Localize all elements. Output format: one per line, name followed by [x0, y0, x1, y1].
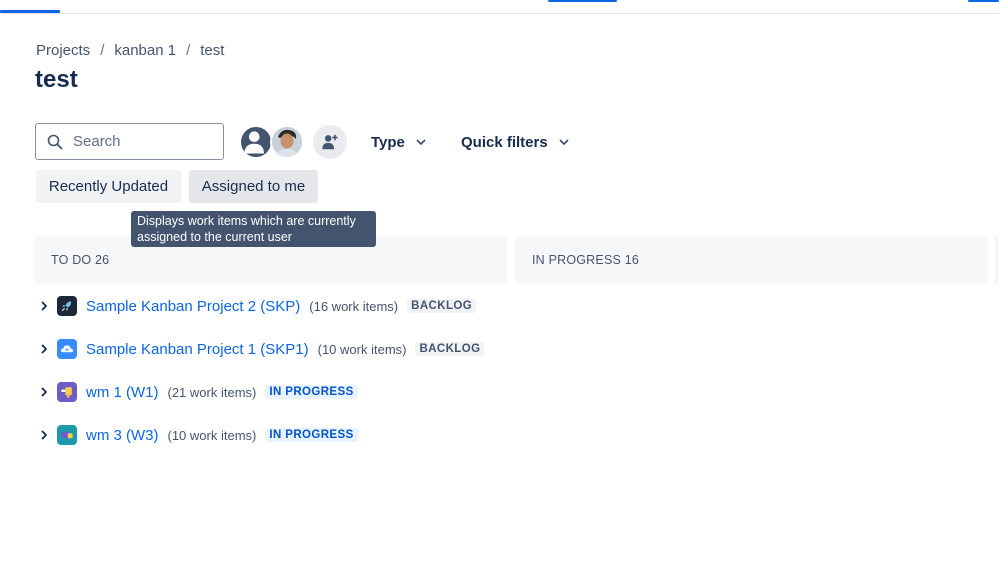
board-icon [57, 382, 77, 402]
tooltip-line: Displays work items which are currently [137, 214, 356, 228]
avatar-unassigned[interactable] [239, 125, 273, 159]
column-title-todo: TO DO 26 [51, 253, 110, 267]
project-link[interactable]: wm 3 (W3) [86, 427, 159, 444]
project-link[interactable]: wm 1 (W1) [86, 384, 159, 401]
status-lozenge: BACKLOG [415, 342, 485, 356]
recently-updated-filter-button[interactable]: Recently Updated [36, 170, 181, 203]
column-title-in-progress: IN PROGRESS 16 [532, 253, 639, 267]
add-person-icon [322, 134, 338, 150]
page-title: test [35, 66, 78, 93]
box-icon [57, 425, 77, 445]
chevron-right-icon[interactable] [38, 386, 50, 398]
chevron-down-icon [559, 139, 569, 145]
assigned-to-me-filter-button[interactable]: Assigned to me [189, 170, 318, 203]
tooltip-line: assigned to the current user [137, 230, 292, 244]
swimlane-row[interactable]: wm 1 (W1) (21 work items) IN PROGRESS [38, 381, 358, 403]
breadcrumb-kanban[interactable]: kanban 1 [114, 42, 176, 59]
active-tab-indicator [0, 10, 60, 13]
search-icon [47, 134, 63, 149]
add-people-button[interactable] [313, 125, 347, 159]
rocket-icon [57, 296, 77, 316]
search-input[interactable] [71, 132, 211, 151]
status-lozenge: IN PROGRESS [265, 428, 358, 442]
type-filter-dropdown[interactable]: Type [371, 131, 427, 153]
quick-filters-label: Quick filters [461, 133, 548, 151]
avatar-user[interactable] [270, 125, 304, 159]
project-link[interactable]: Sample Kanban Project 2 (SKP) [86, 298, 300, 315]
column-header-in-progress: IN PROGRESS 16 [515, 236, 988, 284]
chevron-right-icon[interactable] [38, 300, 50, 312]
work-item-count: (21 work items) [167, 384, 257, 400]
chevron-down-icon [416, 139, 426, 145]
breadcrumb-separator: / [100, 42, 105, 59]
swimlane-row[interactable]: Sample Kanban Project 2 (SKP) (16 work i… [38, 295, 477, 317]
breadcrumb-projects[interactable]: Projects [36, 42, 90, 59]
nav-indicator [548, 0, 617, 2]
chevron-right-icon[interactable] [38, 343, 50, 355]
user-photo-icon [272, 127, 302, 157]
status-lozenge: BACKLOG [407, 299, 477, 313]
quick-filters-dropdown[interactable]: Quick filters [461, 131, 570, 153]
breadcrumb: Projects / kanban 1 / test [36, 42, 224, 59]
swimlane-row[interactable]: wm 3 (W3) (10 work items) IN PROGRESS [38, 424, 358, 446]
status-lozenge: IN PROGRESS [265, 385, 358, 399]
nav-indicator [968, 0, 999, 2]
tooltip: Displays work items which are currently … [131, 211, 376, 247]
project-link[interactable]: Sample Kanban Project 1 (SKP1) [86, 341, 309, 358]
user-icon [244, 131, 264, 154]
breadcrumb-test[interactable]: test [200, 42, 224, 59]
column-header-next [995, 236, 999, 284]
search-field[interactable] [35, 123, 224, 160]
breadcrumb-separator: / [186, 42, 191, 59]
cloud-icon [57, 339, 77, 359]
top-navigation-bar [0, 0, 999, 14]
swimlane-row[interactable]: Sample Kanban Project 1 (SKP1) (10 work … [38, 338, 485, 360]
chevron-right-icon[interactable] [38, 429, 50, 441]
work-item-count: (10 work items) [317, 341, 407, 357]
type-filter-label: Type [371, 133, 405, 151]
work-item-count: (10 work items) [167, 427, 257, 443]
work-item-count: (16 work items) [309, 298, 399, 314]
